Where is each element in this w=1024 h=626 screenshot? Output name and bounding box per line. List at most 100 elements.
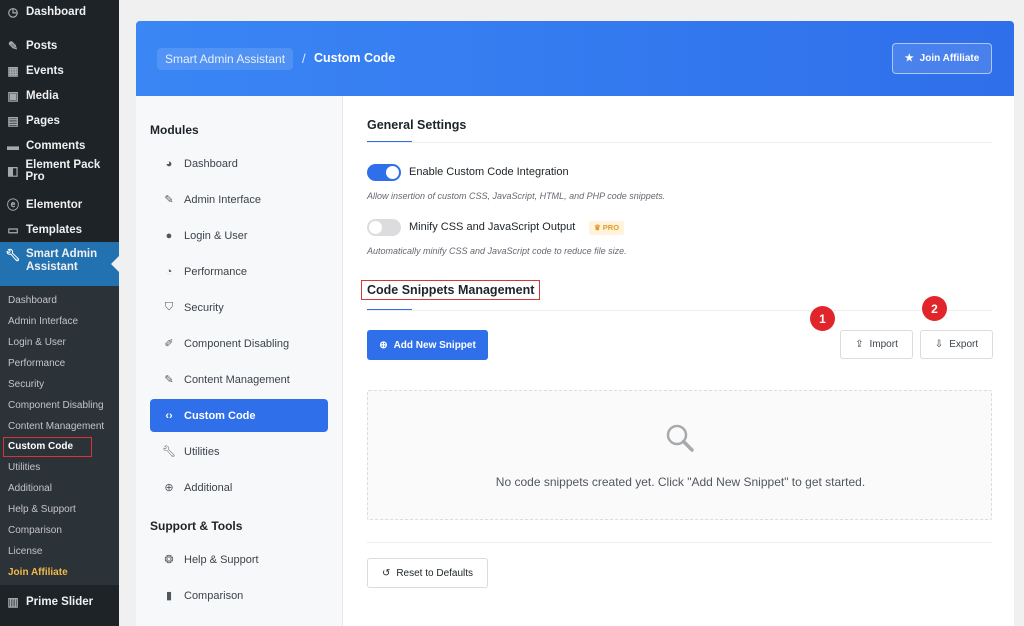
page-icon: ▤ — [7, 113, 19, 128]
module-utilities[interactable]: 🔧︎ Utilities — [150, 435, 328, 468]
support-help[interactable]: ❂ Help & Support — [150, 543, 328, 576]
calendar-icon: ▦ — [7, 63, 19, 78]
enable-custom-code-toggle[interactable] — [367, 164, 401, 181]
module-label: Security — [184, 301, 224, 314]
wp-menu-smart-admin-assistant[interactable]: 🔧︎ Smart Admin Assistant — [0, 242, 119, 286]
wp-menu-label: Posts — [26, 39, 58, 52]
wp-submenu-item[interactable]: Dashboard — [0, 290, 119, 311]
wp-menu-label: Dashboard — [26, 6, 87, 18]
lifebuoy-icon: ❂ — [164, 554, 174, 566]
wp-menu-comments[interactable]: ▬ Comments — [0, 133, 119, 158]
wp-menu-label: Prime Slider — [26, 595, 94, 608]
wrench-icon: 🔧︎ — [5, 248, 21, 262]
wp-submenu-item[interactable]: Admin Interface — [0, 311, 119, 332]
wp-submenu-item[interactable]: Content Management — [0, 416, 119, 437]
pin-icon: ✎ — [164, 374, 174, 386]
module-label: Help & Support — [184, 553, 259, 566]
export-label: Export — [949, 339, 979, 350]
empty-snippets-box: No code snippets created yet. Click "Add… — [367, 390, 992, 520]
wrench-icon: 🔧︎ — [162, 446, 176, 458]
upload-icon: ⇪ — [855, 339, 864, 350]
module-performance[interactable]: ◔ Performance — [150, 255, 328, 288]
gauge-icon: ◔ — [165, 265, 173, 278]
wp-menu-elementor[interactable]: ⓔ Elementor — [0, 192, 119, 217]
dashboard-icon: ◷ — [7, 5, 19, 19]
wp-menu-label: Pages — [26, 114, 60, 127]
wp-admin-sidebar: ◷ Dashboard ✎ Posts ▦ Events ▣ Media ▤ P… — [0, 0, 119, 626]
wp-menu-label: Element Pack Pro — [25, 158, 101, 183]
breadcrumb-current: Custom Code — [314, 51, 396, 65]
wp-submenu-item[interactable]: Additional — [0, 478, 119, 499]
callout-marker-1: 1 — [810, 306, 835, 331]
main-panel: Modules ◕ Dashboard ✎ Admin Interface ● … — [136, 96, 1014, 626]
wp-submenu-item[interactable]: License — [0, 541, 119, 562]
wp-submenu-item[interactable]: Security — [0, 374, 119, 395]
reset-defaults-label: Reset to Defaults — [396, 567, 474, 579]
module-label: Performance — [184, 265, 247, 278]
bar-chart-icon: ▮ — [165, 590, 173, 602]
wp-menu-dashboard[interactable]: ◷ Dashboard — [0, 0, 119, 24]
module-admin-interface[interactable]: ✎ Admin Interface — [150, 183, 328, 216]
content-area: General Settings Enable Custom Code Inte… — [361, 96, 993, 626]
wp-submenu-item[interactable]: Performance — [0, 353, 119, 374]
module-label: Admin Interface — [184, 193, 262, 206]
wp-menu-templates[interactable]: ▭ Templates — [0, 217, 119, 242]
module-label: Comparison — [184, 589, 244, 602]
module-dashboard[interactable]: ◕ Dashboard — [150, 147, 328, 180]
element-pack-icon: ◧ — [7, 163, 19, 178]
wp-submenu-item[interactable]: Utilities — [0, 457, 119, 478]
minify-output-toggle[interactable] — [367, 219, 401, 236]
module-additional[interactable]: ⊕ Additional — [150, 471, 328, 504]
module-security[interactable]: ⛉ Security — [150, 291, 328, 324]
shield-icon: ⛉ — [164, 301, 174, 313]
wp-menu-label: Comments — [26, 139, 86, 152]
module-component-disabling[interactable]: ✐ Component Disabling — [150, 327, 328, 360]
undo-icon: ↺ — [381, 567, 391, 579]
code-snippets-title: Code Snippets Management — [361, 280, 541, 300]
wp-submenu-item[interactable]: Comparison — [0, 520, 119, 541]
wp-menu-events[interactable]: ▦ Events — [0, 58, 119, 83]
breadcrumb-root[interactable]: Smart Admin Assistant — [157, 48, 294, 70]
modules-heading: Modules — [150, 123, 199, 137]
wp-menu-prime-slider[interactable]: ▥ Prime Slider — [0, 589, 119, 614]
section-divider — [367, 142, 992, 143]
plus-circle-icon: ⊕ — [379, 339, 388, 351]
module-content-management[interactable]: ✎ Content Management — [150, 363, 328, 396]
wp-submenu-item-current[interactable]: Custom Code — [3, 437, 92, 457]
wp-submenu-item[interactable]: Component Disabling — [0, 395, 119, 416]
callout-marker-2: 2 — [922, 296, 947, 321]
reset-defaults-button[interactable]: ↺ Reset to Defaults — [367, 558, 488, 588]
import-button[interactable]: ⇪ Import — [840, 330, 913, 359]
wp-submenu-item[interactable]: Login & User — [0, 332, 119, 353]
module-custom-code[interactable]: ‹› Custom Code — [150, 399, 328, 432]
export-button[interactable]: ⇩ Export — [920, 330, 993, 359]
add-new-snippet-label: Add New Snippet — [393, 339, 476, 351]
wp-menu-media[interactable]: ▣ Media — [0, 83, 119, 108]
user-icon: ● — [165, 229, 173, 242]
wp-menu-pages[interactable]: ▤ Pages — [0, 108, 119, 133]
join-affiliate-button[interactable]: ★ Join Affiliate — [892, 43, 992, 74]
pro-badge: ♛ PRO — [589, 221, 625, 235]
wp-menu-label: Events — [26, 64, 64, 77]
module-label: Additional — [184, 481, 233, 494]
breadcrumb-separator: / — [302, 51, 306, 66]
section-divider — [367, 310, 992, 311]
wp-menu-label: Smart Admin Assistant — [26, 248, 98, 273]
wp-submenu-item-affiliate[interactable]: Join Affiliate — [0, 562, 119, 583]
palette-icon: ◕ — [165, 157, 173, 170]
general-settings-title: General Settings — [367, 118, 467, 132]
wp-submenu: Dashboard Admin Interface Login & User P… — [0, 286, 119, 585]
module-login-user[interactable]: ● Login & User — [150, 219, 328, 252]
module-label: Utilities — [184, 445, 220, 458]
module-label: Component Disabling — [184, 337, 290, 350]
wp-menu-element-pack-pro[interactable]: ◧ Element Pack Pro — [0, 158, 119, 183]
wp-submenu-item[interactable]: Help & Support — [0, 499, 119, 520]
wp-menu-label: Elementor — [26, 198, 83, 211]
elementor-icon: ⓔ — [6, 198, 19, 212]
module-label: Dashboard — [184, 157, 238, 170]
slider-icon: ▥ — [7, 594, 19, 609]
support-comparison[interactable]: ▮ Comparison — [150, 579, 328, 612]
add-new-snippet-button[interactable]: ⊕ Add New Snippet — [367, 330, 488, 360]
modules-sidebar: Modules ◕ Dashboard ✎ Admin Interface ● … — [136, 96, 343, 626]
wp-menu-posts[interactable]: ✎ Posts — [0, 33, 119, 58]
